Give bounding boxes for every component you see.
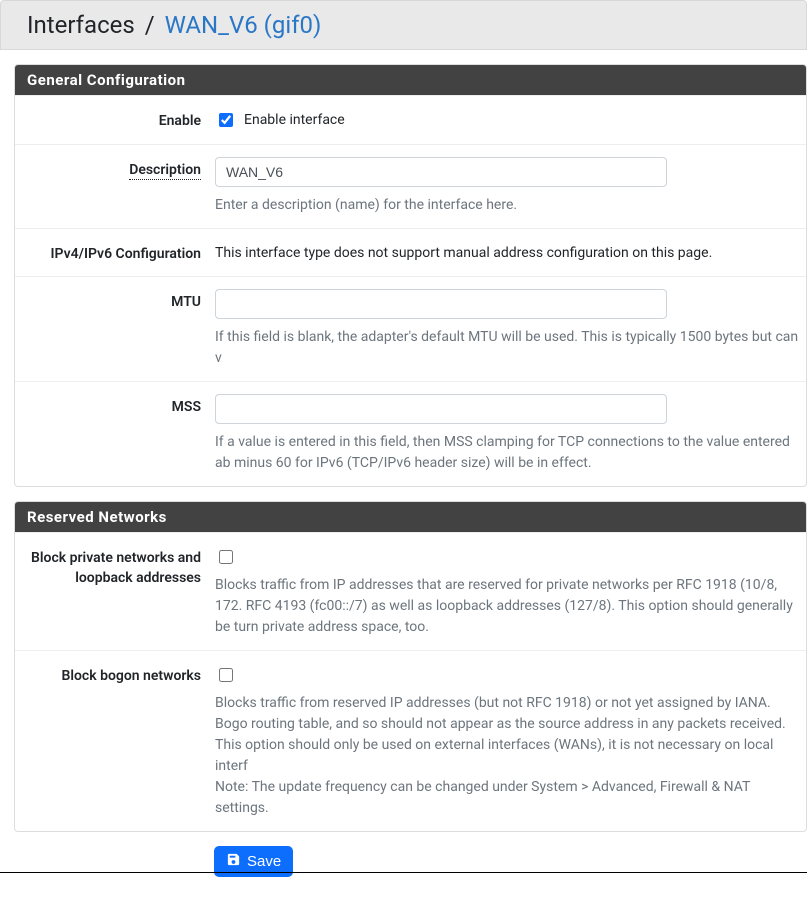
label-mtu: MTU [15, 289, 215, 313]
row-block-private: Block private networks and loopback addr… [15, 532, 806, 650]
panel-general: General Configuration Enable Enable inte… [14, 64, 807, 487]
panel-general-heading: General Configuration [15, 65, 806, 95]
row-mss: MSS If a value is entered in this field,… [15, 381, 806, 486]
input-mtu[interactable] [215, 289, 667, 319]
row-description: Description Enter a description (name) f… [15, 144, 806, 228]
row-mtu: MTU If this field is blank, the adapter'… [15, 276, 806, 381]
checkbox-enable-label: Enable interface [244, 112, 345, 128]
label-block-private: Block private networks and loopback addr… [15, 545, 215, 588]
help-block-private: Blocks traffic from IP addresses that ar… [215, 575, 806, 638]
breadcrumb-current[interactable]: WAN_V6 (gif0) [165, 11, 322, 39]
footer-divider [0, 872, 807, 873]
input-mss[interactable] [215, 394, 667, 424]
input-description[interactable] [215, 157, 667, 187]
panel-reserved-heading: Reserved Networks [15, 502, 806, 532]
row-ipconfig: IPv4/IPv6 Configuration This interface t… [15, 228, 806, 277]
help-mtu: If this field is blank, the adapter's de… [215, 327, 806, 369]
panel-reserved: Reserved Networks Block private networks… [14, 501, 807, 832]
help-mss: If a value is entered in this field, the… [215, 432, 806, 474]
help-block-bogon: Blocks traffic from reserved IP addresse… [215, 693, 806, 819]
save-icon [226, 852, 241, 871]
checkbox-block-bogon[interactable] [219, 668, 233, 682]
row-enable: Enable Enable interface [15, 95, 806, 144]
label-block-bogon: Block bogon networks [15, 663, 215, 687]
breadcrumb-separator: / [145, 11, 155, 39]
row-block-bogon: Block bogon networks Blocks traffic from… [15, 650, 806, 831]
label-enable: Enable [15, 108, 215, 132]
text-ipconfig: This interface type does not support man… [215, 241, 806, 261]
label-description: Description [15, 157, 215, 181]
checkbox-enable[interactable] [219, 113, 233, 127]
breadcrumb: Interfaces / WAN_V6 (gif0) [0, 0, 807, 50]
save-label: Save [247, 853, 281, 870]
label-ipconfig: IPv4/IPv6 Configuration [15, 241, 215, 265]
checkbox-block-private[interactable] [219, 550, 233, 564]
label-mss: MSS [15, 394, 215, 418]
breadcrumb-root: Interfaces [27, 11, 135, 39]
help-description: Enter a description (name) for the inter… [215, 195, 806, 216]
